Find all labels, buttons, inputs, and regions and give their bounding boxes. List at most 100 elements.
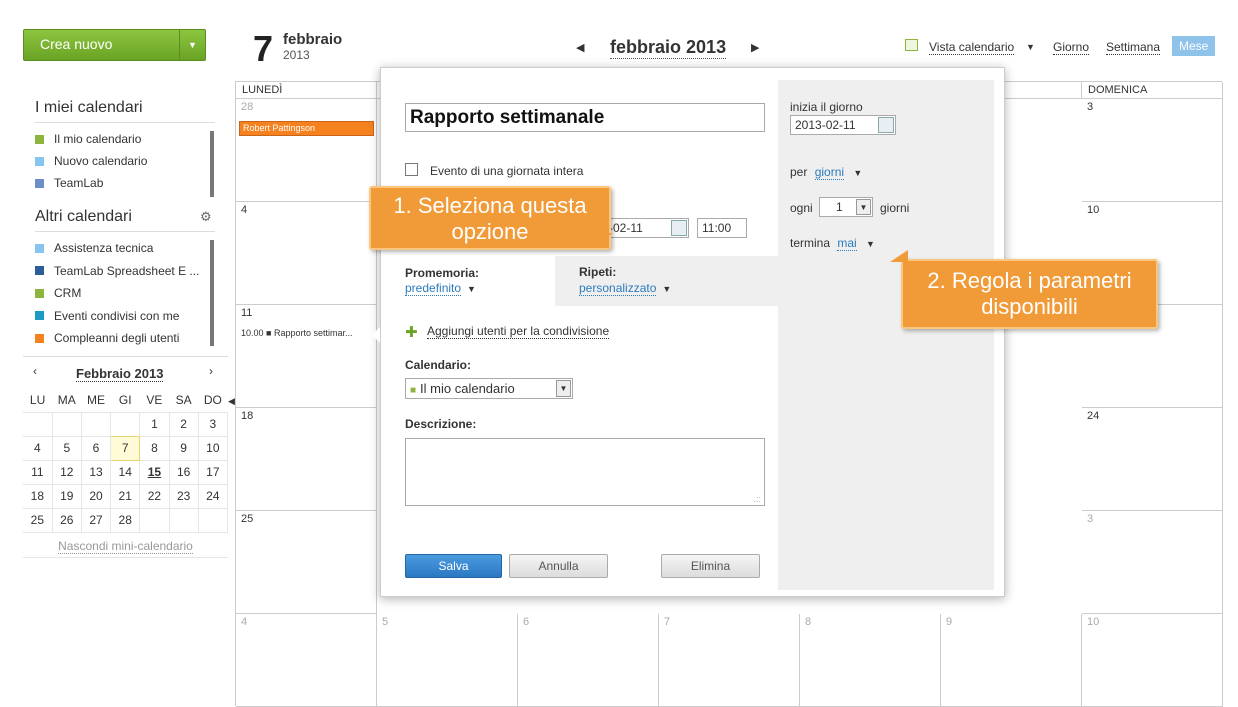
- mini-day[interactable]: 26: [52, 507, 82, 532]
- chevron-down-icon[interactable]: ▼: [856, 199, 871, 215]
- add-users-link[interactable]: Aggiungi utenti per la condivisione: [427, 324, 610, 339]
- mini-day[interactable]: 19: [52, 483, 82, 508]
- birthday-event[interactable]: Robert Pattingson: [239, 121, 374, 136]
- save-button[interactable]: Salva: [405, 554, 502, 578]
- calendar-item[interactable]: Assistenza tecnica: [35, 237, 205, 259]
- mini-day[interactable]: 22: [139, 483, 170, 508]
- mini-day[interactable]: 6: [81, 435, 112, 460]
- event-title-input[interactable]: Rapporto settimanale: [405, 103, 765, 132]
- mini-day[interactable]: 1: [139, 411, 170, 436]
- day-cell[interactable]: 4: [236, 614, 377, 707]
- mini-day[interactable]: 18: [23, 483, 53, 508]
- mini-day[interactable]: 5: [52, 435, 82, 460]
- prev-period-icon[interactable]: ◀: [576, 41, 584, 54]
- calendar-picker-icon[interactable]: [671, 220, 687, 236]
- calendar-view-dropdown[interactable]: Vista calendario: [929, 40, 1015, 55]
- calendar-select[interactable]: ■ Il mio calendario ▼: [405, 378, 573, 399]
- chevron-down-icon[interactable]: ▼: [1026, 42, 1035, 52]
- month-view-button[interactable]: Mese: [1172, 36, 1216, 56]
- mini-day[interactable]: [198, 507, 229, 532]
- mini-day[interactable]: 11: [23, 459, 53, 484]
- mini-day-with-event[interactable]: 15: [139, 459, 170, 484]
- calendar-item[interactable]: Nuovo calendario: [35, 150, 205, 172]
- collapse-sidebar-icon[interactable]: ◀: [228, 396, 235, 407]
- day-cell[interactable]: 18: [236, 408, 377, 511]
- day-view-link[interactable]: Giorno: [1053, 40, 1090, 55]
- cancel-button[interactable]: Annulla: [509, 554, 608, 578]
- month-navigation-title[interactable]: febbraio 2013: [610, 37, 727, 59]
- chevron-down-icon[interactable]: ▼: [853, 168, 862, 178]
- mini-day[interactable]: 10: [198, 435, 229, 460]
- mini-day[interactable]: 14: [110, 459, 141, 484]
- day-cell[interactable]: 5: [377, 614, 518, 707]
- calendar-item[interactable]: Compleanni degli utenti: [35, 327, 205, 349]
- day-cell[interactable]: 10: [1082, 614, 1223, 707]
- week-view-link[interactable]: Settimana: [1106, 40, 1161, 55]
- day-cell[interactable]: 6: [518, 614, 659, 707]
- mini-day[interactable]: 24: [198, 483, 229, 508]
- all-day-checkbox[interactable]: [405, 163, 418, 176]
- start-time-field[interactable]: 11:00: [697, 218, 747, 238]
- calendar-item[interactable]: CRM: [35, 282, 205, 304]
- mini-day[interactable]: 17: [198, 459, 229, 484]
- day-cell[interactable]: 3: [1082, 511, 1223, 614]
- mini-day[interactable]: 3: [198, 411, 229, 436]
- mini-day[interactable]: [52, 411, 82, 436]
- calendar-item[interactable]: Eventi condivisi con me: [35, 304, 205, 327]
- delete-button[interactable]: Elimina: [661, 554, 760, 578]
- day-cell[interactable]: 3: [1082, 99, 1223, 202]
- calendar-item[interactable]: TeamLab Spreadsheet E ...: [35, 259, 205, 282]
- mini-day[interactable]: [169, 507, 199, 532]
- description-textarea[interactable]: .::: [405, 438, 765, 506]
- mini-day[interactable]: [81, 411, 112, 436]
- mini-day[interactable]: 2: [169, 411, 199, 436]
- interval-select[interactable]: 1 ▼: [819, 197, 873, 217]
- calendar-item[interactable]: TeamLab: [35, 172, 205, 194]
- mini-day[interactable]: 9: [169, 435, 199, 460]
- calendar-item[interactable]: Il mio calendario: [35, 128, 205, 150]
- create-new-button[interactable]: Crea nuovo ▼: [23, 29, 206, 61]
- scrollbar[interactable]: [210, 131, 214, 197]
- mini-day[interactable]: 21: [110, 483, 141, 508]
- period-type-dropdown[interactable]: giorni: [814, 165, 845, 180]
- chevron-down-icon[interactable]: ▼: [866, 239, 875, 249]
- calendar-picker-icon[interactable]: [878, 117, 894, 133]
- mini-day[interactable]: 4: [23, 435, 53, 460]
- day-cell[interactable]: 7: [659, 614, 800, 707]
- mini-day[interactable]: 27: [81, 507, 112, 532]
- repeat-dropdown[interactable]: personalizzato ▼: [579, 281, 671, 296]
- hide-mini-calendar-link[interactable]: Nascondi mini-calendario: [58, 539, 193, 554]
- mini-day[interactable]: 13: [81, 459, 112, 484]
- mini-day[interactable]: 25: [23, 507, 53, 532]
- mini-day[interactable]: 28: [110, 507, 141, 532]
- weekly-report-event[interactable]: 10.00 ■ Rapporto settimar...: [241, 328, 353, 338]
- add-icon[interactable]: ✚: [405, 323, 418, 341]
- mini-day[interactable]: 8: [139, 435, 170, 460]
- ends-dropdown[interactable]: mai: [837, 236, 857, 251]
- next-month-icon[interactable]: ›: [209, 364, 213, 378]
- day-cell[interactable]: 24: [1082, 408, 1223, 511]
- next-period-icon[interactable]: ▶: [751, 41, 759, 54]
- mini-day[interactable]: [139, 507, 170, 532]
- mini-day[interactable]: [23, 411, 53, 436]
- mini-day[interactable]: [110, 411, 141, 436]
- mini-day[interactable]: 23: [169, 483, 199, 508]
- mini-day[interactable]: 16: [169, 459, 199, 484]
- day-cell[interactable]: 4: [236, 202, 377, 305]
- mini-month-label[interactable]: Febbraio 2013: [76, 366, 164, 382]
- gear-icon[interactable]: ⚙: [200, 209, 212, 225]
- mini-day[interactable]: 12: [52, 459, 82, 484]
- day-cell[interactable]: 8: [800, 614, 941, 707]
- day-cell[interactable]: 11: [236, 305, 377, 408]
- mini-day-today[interactable]: 7: [110, 435, 141, 461]
- resize-handle-icon[interactable]: .::: [753, 494, 761, 504]
- day-cell[interactable]: 25: [236, 511, 377, 614]
- create-dropdown-icon[interactable]: ▼: [179, 30, 205, 60]
- mini-day[interactable]: 20: [81, 483, 112, 508]
- scrollbar[interactable]: [210, 240, 214, 346]
- chevron-down-icon[interactable]: ▼: [556, 380, 571, 397]
- day-cell[interactable]: 28: [236, 99, 377, 202]
- reminder-dropdown[interactable]: predefinito ▼: [405, 281, 476, 296]
- day-cell[interactable]: 9: [941, 614, 1082, 707]
- prev-month-icon[interactable]: ‹: [33, 364, 37, 378]
